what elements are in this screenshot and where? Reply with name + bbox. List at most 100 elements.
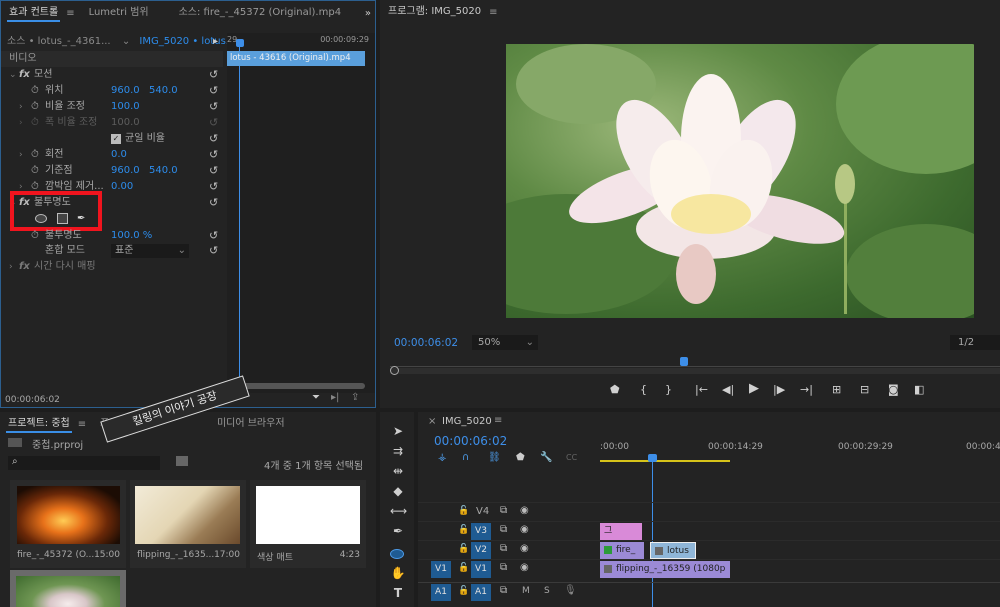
razor-icon[interactable]: ◆ [390,484,406,498]
reset-icon[interactable]: ↺ [209,179,218,195]
playhead-marker[interactable] [680,357,688,366]
selection-tool-icon[interactable]: ➤ [390,424,406,438]
play-triangle-icon[interactable]: ▸ [213,33,218,51]
sync-icon[interactable]: ⧉ [500,543,507,554]
sync-icon[interactable]: ⧉ [500,505,507,516]
reset-icon[interactable]: ↺ [209,67,218,83]
ripple-edit-icon[interactable]: ⇹ [390,464,406,478]
clip-lotus-v2[interactable]: lotus [650,542,696,559]
tab-source[interactable]: 소스: fire_-_45372 (Original).mp4 [171,1,349,25]
time-remap-row[interactable]: › fx 시간 다시 매핑 [1,259,223,275]
sequence-tab[interactable]: IMG_5020 [442,416,492,427]
track-target-v2[interactable]: V2 [471,542,491,559]
ellipse-tool-icon[interactable] [390,549,404,559]
lock-icon[interactable]: 🔓 [458,506,469,516]
lock-icon[interactable]: 🔓 [458,563,469,573]
tab-effect-controls[interactable]: 효과 컨트롤 [1,1,66,25]
uniform-scale-checkbox[interactable]: ✓ [111,134,121,144]
camera-icon[interactable]: ◙ [888,383,899,396]
hand-tool-icon[interactable]: ✋ [390,566,406,580]
play-clip-icon[interactable]: ▸| [331,392,339,403]
lock-icon[interactable]: 🔓 [458,525,469,535]
go-to-in-icon[interactable]: |← [695,383,708,396]
rotation-value[interactable]: 0.0 [111,147,127,163]
reset-icon[interactable]: ↺ [209,83,218,99]
add-marker-icon[interactable]: ⬟ [610,383,620,396]
position-x-value[interactable]: 960.0 [111,83,140,99]
clip-fire-v2[interactable]: fire_ [600,542,644,559]
go-to-out-icon[interactable]: →| [800,383,813,396]
nest-icon[interactable]: ⚶ [438,452,447,463]
menu-icon[interactable]: ≡ [66,8,74,19]
timeline-timecode[interactable]: 00:00:06:02 [434,434,507,448]
eye-icon[interactable]: ◉ [520,505,529,516]
track-target-a1[interactable]: A1 [471,584,491,601]
media-thumb-color-matte[interactable]: 색상 매트 4:23 [250,480,366,568]
clip-bar[interactable]: lotus - 43616 (Original).mp4 [227,51,365,66]
sync-icon[interactable]: ⧉ [500,562,507,573]
snap-icon[interactable]: ∩ [462,452,469,463]
sequence-clip-link[interactable]: IMG_5020 • lotus... [139,36,235,47]
menu-icon[interactable]: ≡ [494,415,502,426]
stopwatch-icon[interactable]: ⏱ [31,147,39,163]
reset-icon[interactable]: ↺ [209,243,218,259]
menu-icon[interactable]: ≡ [489,7,497,18]
export-icon[interactable]: ⇪ [351,392,359,403]
play-icon[interactable]: ▶ [749,381,759,396]
stopwatch-icon[interactable]: ⏱ [31,228,39,244]
zoom-select[interactable]: 50% ⌄ [472,335,538,350]
anchor-x-value[interactable]: 960.0 [111,163,140,179]
search-input[interactable]: ⌕ [8,456,160,470]
eye-icon[interactable]: ◉ [520,524,529,535]
quality-select[interactable]: 1/2 [950,335,1000,350]
antiflicker-value[interactable]: 0.00 [111,179,133,195]
menu-icon[interactable]: ≡ [78,419,86,430]
chevron-down-icon[interactable]: ⌄ [9,67,17,83]
sync-icon[interactable]: ⧉ [500,524,507,535]
mute-button[interactable]: M [522,586,530,596]
media-thumb-fire[interactable]: fire_-_45372 (O... 15:00 [10,480,126,568]
mark-in-icon[interactable]: { [640,383,647,396]
effect-mini-timeline[interactable]: 29 00:00:09:29 lotus - 43616 (Original).… [227,33,375,393]
captions-icon[interactable]: CC [566,453,577,462]
position-y-value[interactable]: 540.0 [149,83,178,99]
zoom-scrollbar[interactable] [390,368,1000,374]
type-tool-icon[interactable]: T [390,586,406,600]
filter-icon[interactable]: ⏷ [312,392,320,403]
track-target-v1[interactable]: V1 [471,561,491,578]
blend-mode-select[interactable]: 표준 ⌄ [111,244,189,258]
playhead-marker[interactable] [648,454,657,462]
eye-icon[interactable]: ◉ [520,562,529,573]
reset-icon[interactable]: ↺ [209,195,218,211]
chevron-down-icon[interactable]: ⌄ [122,36,130,47]
microphone-icon[interactable]: 🎙 [564,585,577,596]
tab-project[interactable]: 프로젝트: 중첩 [0,412,78,436]
pen-tool-icon[interactable]: ✒ [390,524,406,538]
eye-icon[interactable]: ◉ [520,543,529,554]
reset-icon[interactable]: ↺ [209,99,218,115]
extract-icon[interactable]: ⊟ [860,383,869,396]
work-area-bar[interactable] [600,460,730,462]
reset-icon[interactable]: ↺ [209,147,218,163]
tab-lumetri-scopes[interactable]: Lumetri 범위 [81,1,157,25]
tab-media-browser[interactable]: 미디어 브라우저 [209,412,293,436]
opacity-value[interactable]: 100.0 % [111,228,152,244]
reset-icon[interactable]: ↺ [209,228,218,244]
source-patch-v1[interactable]: V1 [431,561,451,578]
add-marker-icon[interactable]: ⬟ [516,452,525,463]
chevron-right-icon[interactable]: › [19,99,23,115]
media-thumb-lotus[interactable] [10,570,126,607]
anchor-y-value[interactable]: 540.0 [149,163,178,179]
media-thumb-flipping[interactable]: flipping_-_1635... 17:00 [130,480,246,568]
stopwatch-icon[interactable]: ⏱ [31,99,39,115]
step-back-icon[interactable]: ◀| [722,383,734,396]
program-timecode[interactable]: 00:00:06:02 [394,337,458,349]
mark-out-icon[interactable]: } [665,383,672,396]
stopwatch-icon[interactable]: ⏱ [31,163,39,179]
close-icon[interactable]: × [428,416,436,427]
track-select-icon[interactable]: ⇉ [390,444,406,458]
program-scrubber[interactable] [390,366,1000,367]
new-bin-icon[interactable] [176,456,188,466]
reset-icon[interactable]: ↺ [209,163,218,179]
slip-icon[interactable]: ⟷ [390,504,407,518]
